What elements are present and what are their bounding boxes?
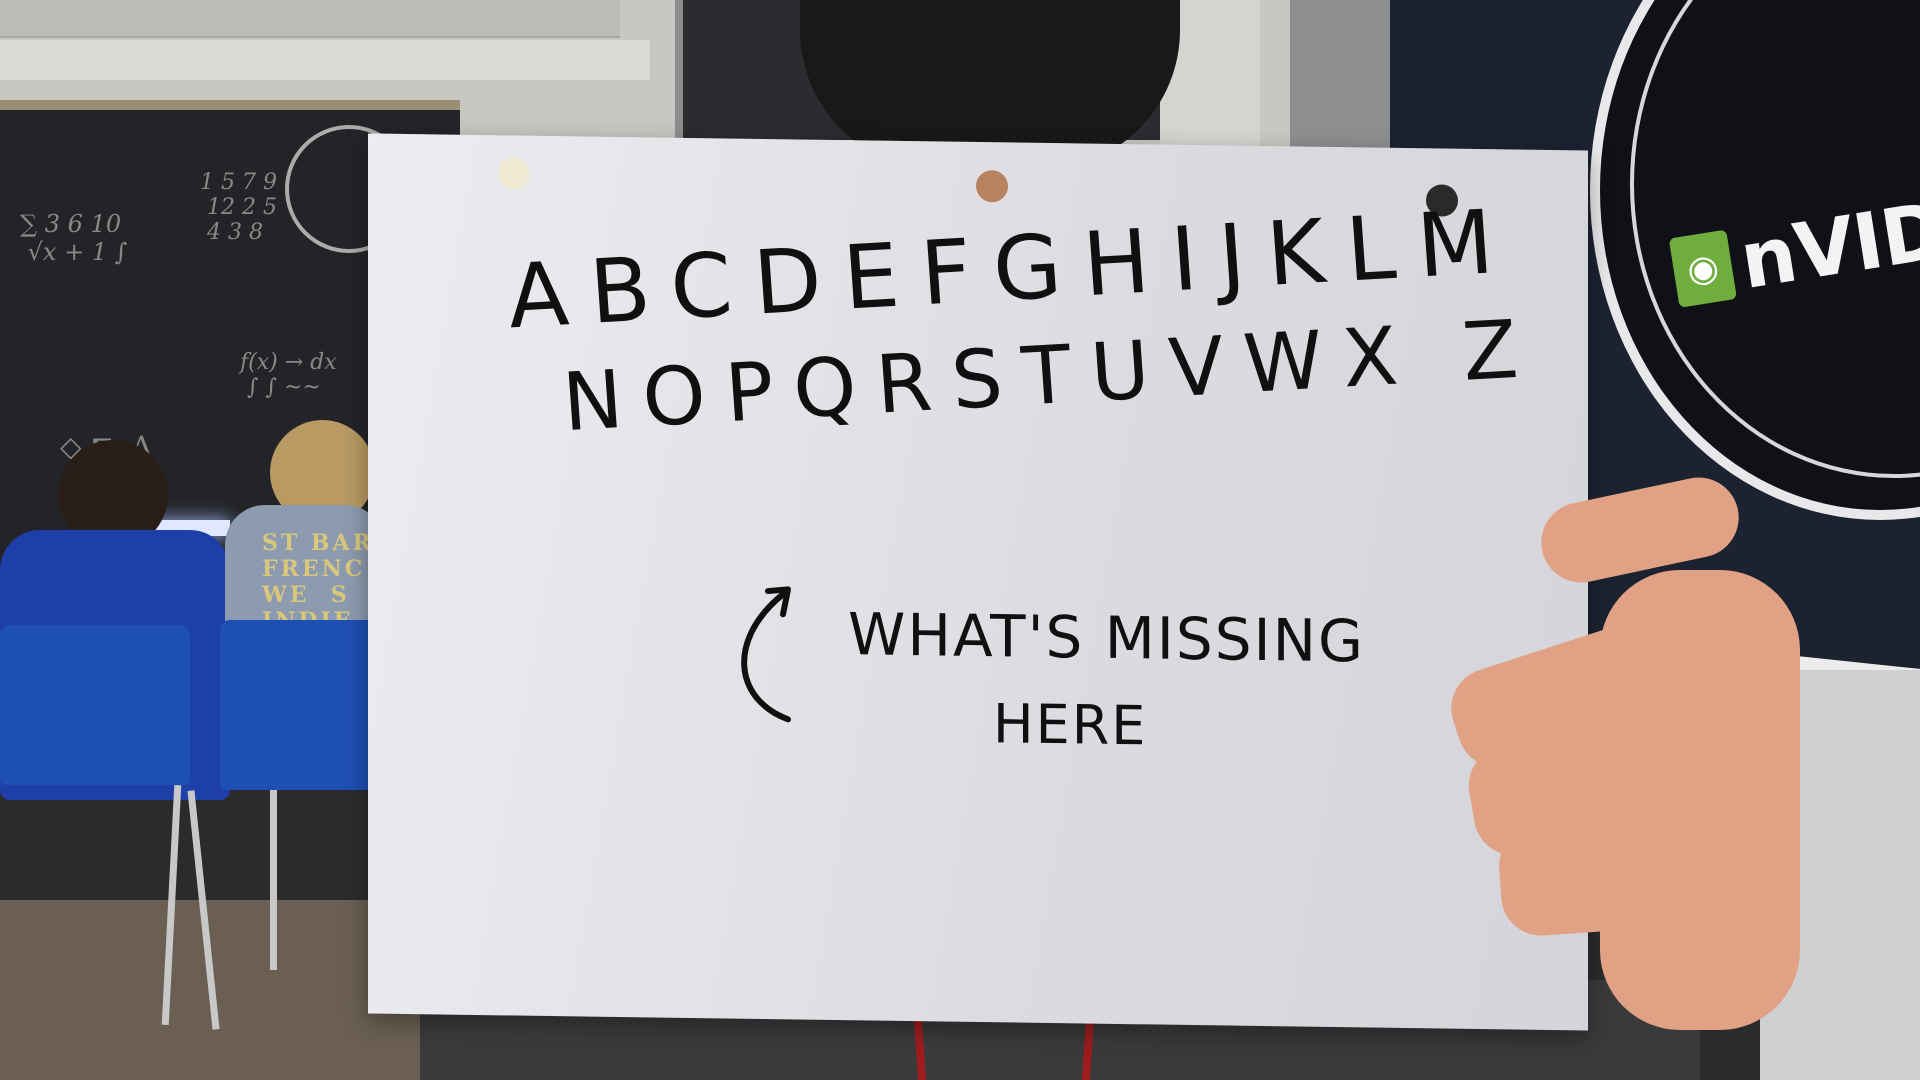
brand-eye-icon: ◉ bbox=[1668, 229, 1737, 308]
note-line-2: HERE bbox=[993, 692, 1148, 758]
wall-trim bbox=[0, 40, 650, 80]
note-line-1: WHAT'S MISSING bbox=[848, 600, 1365, 676]
wall-pillar-dark bbox=[1290, 0, 1400, 160]
palm bbox=[1600, 570, 1800, 1030]
ceiling-light bbox=[0, 0, 620, 38]
hand-holding-sign bbox=[1440, 470, 1810, 1050]
photo-scene: ∑ 3 6 10 √x + 1 ∫ 1 5 7 9 12 2 5 4 3 8 f… bbox=[0, 0, 1920, 1080]
paper-sign: ABCDEFGHIJKLM NOPQRSTUVWX Z WHAT'S MISSI… bbox=[368, 133, 1588, 1031]
chair-leg bbox=[270, 790, 277, 970]
chair-left bbox=[0, 625, 190, 785]
curved-arrow-icon bbox=[741, 586, 791, 723]
punch-hole-left bbox=[498, 157, 530, 190]
punch-hole-middle bbox=[976, 169, 1008, 203]
